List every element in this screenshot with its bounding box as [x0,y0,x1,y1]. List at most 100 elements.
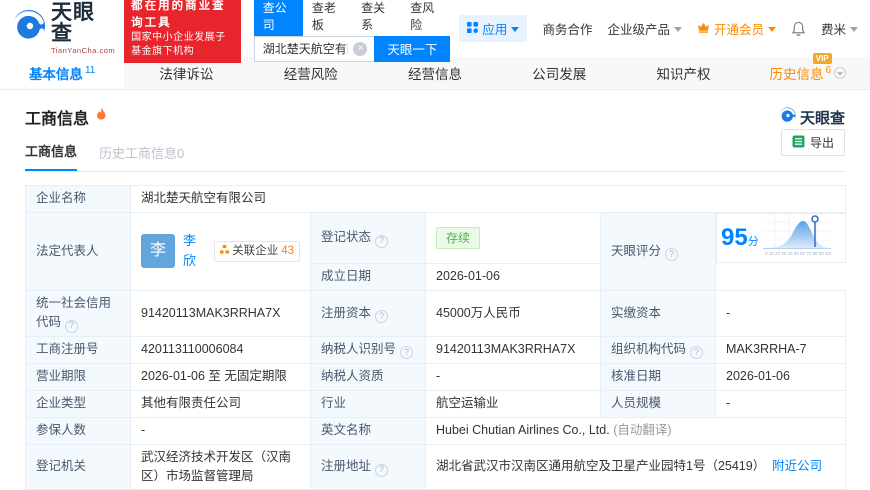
org-code-value: MAK3RRHA-7 [715,335,846,364]
taxpayer-id-label: 纳税人识别号? [310,335,426,364]
business-info-table: 企业名称 湖北楚天航空有限公司 法定代表人 李 李欣 关联企业 43 登记状态 … [25,185,846,490]
table-row: 登记机关 武汉经济技术开发区（汉南区）市场监督管理局 注册地址? 湖北省武汉市汉… [25,443,846,490]
top-bar: 天眼查 TianYanCha.com 都在用的商业查询工具 国家中小企业发展子基… [0,0,870,63]
user-menu[interactable]: 费米 [821,19,858,38]
tab-label: 公司发展 [532,67,587,82]
tab-company-development[interactable]: 公司发展 [497,57,621,89]
taxpayer-quality-label: 纳税人资质 [310,362,426,391]
tab-intellectual-property[interactable]: 知识产权 [621,57,745,89]
auto-translate-note: (自动翻译) [613,423,672,438]
table-row: 法定代表人 李 李欣 关联企业 43 登记状态 ? 存续 天眼评分 ? 95分 … [25,212,846,291]
credit-code-value: 91420113MAK3RRHA7X [130,289,311,337]
credit-code-label: 统一社会信用代码? [25,289,131,337]
apps-grid-icon [467,21,479,36]
help-icon[interactable]: ? [375,234,389,248]
subtab-history-business-info[interactable]: 历史工商信息0 [99,143,184,171]
score-axis-ticks: 0 10 20 30 40 50 60 70 80 90 100 [765,251,831,256]
score-curve-chart: 0 10 20 30 40 50 60 70 80 90 100 [762,214,833,262]
nearby-companies-link[interactable]: 附近公司 [772,459,822,473]
business-term-value: 2026-01-06 至 无固定期限 [130,362,311,391]
tyc-score-cell[interactable]: 95分 0 10 20 30 40 50 60 70 80 90 100 [716,213,846,264]
tianyancha-watermark-icon [779,106,796,128]
help-icon[interactable]: ? [375,310,389,324]
username: 费米 [820,23,846,37]
insured-value: - [130,416,311,445]
help-icon[interactable]: ? [665,248,679,262]
table-row: 企业名称 湖北楚天航空有限公司 [25,185,846,213]
tab-basic-info[interactable]: 基本信息 11 [0,57,125,89]
establish-date-value: 2026-01-06 [425,262,601,291]
english-name-label: 英文名称 [310,416,426,445]
watermark-text: 天眼查 [799,109,845,127]
score-value: 95 [721,223,748,251]
tab-label: 经营风险 [283,67,338,82]
paid-capital-value: - [715,289,846,337]
status-badge: 存续 [436,226,481,250]
table-row: 工商注册号 420113110006084 纳税人识别号? 91420113MA… [25,335,846,364]
open-vip-menu[interactable]: 开通会员 [697,19,776,38]
company-nav-tabs: 基本信息 11 法律诉讼 经营风险 经营信息 公司发展 知识产权 历史信息 VI… [0,53,870,90]
related-companies-badge[interactable]: 关联企业 43 [214,240,300,263]
search-tab-relation[interactable]: 查关系 [352,0,401,36]
main-content: 工商信息 天眼查 工商信息 历史工商信息0 导出 企业名称 湖北楚天航空有限公司… [0,105,870,490]
export-label: 导出 [809,136,834,150]
logo-domain-text: TianYanCha.com [51,46,116,55]
business-cooperation-link[interactable]: 商务合作 [542,19,592,38]
clear-icon[interactable]: × [353,41,368,56]
search-tabs: 查公司 查老板 查关系 查风险 [253,0,451,36]
tab-operation-info[interactable]: 经营信息 [373,57,497,89]
search-tab-company[interactable]: 查公司 [253,0,303,36]
chevron-down-icon [850,27,858,32]
staff-size-label: 人员规模 [600,389,716,418]
score-unit: 分 [747,235,759,248]
reg-address-value: 湖北省武汉市汉南区通用航空及卫星产业园特1号（25419） 附近公司 [425,443,846,490]
apps-menu[interactable]: 应用 [459,15,528,42]
tianyancha-logo[interactable]: 天眼查 TianYanCha.com [12,2,115,55]
related-label: 关联企业 [232,244,279,257]
insured-label: 参保人数 [25,416,131,445]
tab-legal-proceedings[interactable]: 法律诉讼 [124,57,248,89]
crown-icon [697,22,710,36]
subtab-business-info[interactable]: 工商信息 [25,141,78,171]
flame-icon [96,107,107,127]
help-icon[interactable]: ? [65,319,79,333]
search-tab-risk[interactable]: 查风险 [401,0,450,36]
help-icon[interactable]: ? [400,346,414,360]
enterprise-products-label: 企业级产品 [607,23,670,37]
help-icon[interactable]: ? [690,346,704,360]
industry-label: 行业 [310,389,426,418]
notification-bell-icon[interactable] [791,21,806,37]
enterprise-products-menu[interactable]: 企业级产品 [607,19,682,38]
help-icon[interactable]: ? [375,463,389,477]
table-row: 参保人数 - 英文名称 Hubei Chutian Airlines Co., … [25,416,846,445]
org-code-label: 组织机构代码? [600,335,716,364]
tab-label: 经营信息 [407,67,462,82]
table-row: 营业期限 2026-01-06 至 无固定期限 纳税人资质 - 核准日期 202… [25,362,846,391]
related-count: 43 [281,244,294,257]
reg-address-label: 注册地址? [310,443,426,490]
english-name-value: Hubei Chutian Airlines Co., Ltd. (自动翻译) [425,416,846,445]
tab-label: 法律诉讼 [159,67,214,82]
search-tab-boss[interactable]: 查老板 [303,0,352,36]
legal-rep-avatar[interactable]: 李 [141,234,175,269]
tab-history-info[interactable]: 历史信息 VIP 6 [746,53,870,89]
header-menu: 应用 商务合作 企业级产品 开通会员 费米 [459,15,858,42]
chevron-down-circle-icon [834,67,847,79]
export-button[interactable]: 导出 [780,129,845,156]
taxpayer-quality-value: - [425,362,601,391]
tab-operation-risk[interactable]: 经营风险 [249,57,373,89]
search-block: 查公司 查老板 查关系 查风险 × 天眼一下 [253,0,451,62]
reg-status-value: 存续 [425,212,601,264]
section-title: 工商信息 [25,111,90,128]
promo-banner: 都在用的商业查询工具 国家中小企业发展子基金旗下机构 [124,0,241,63]
apps-label: 应用 [482,23,508,37]
table-row: 企业类型 其他有限责任公司 行业 航空运输业 人员规模 - [25,389,846,418]
paid-capital-label: 实缴资本 [600,289,716,337]
tab-label: 基本信息 [28,67,83,82]
chevron-down-icon [673,27,682,32]
tab-count: 6 [825,64,832,76]
company-type-value: 其他有限责任公司 [130,389,311,418]
open-vip-label: 开通会员 [713,23,764,37]
tab-label: 知识产权 [656,67,711,82]
legal-rep-name-link[interactable]: 李欣 [183,231,206,271]
